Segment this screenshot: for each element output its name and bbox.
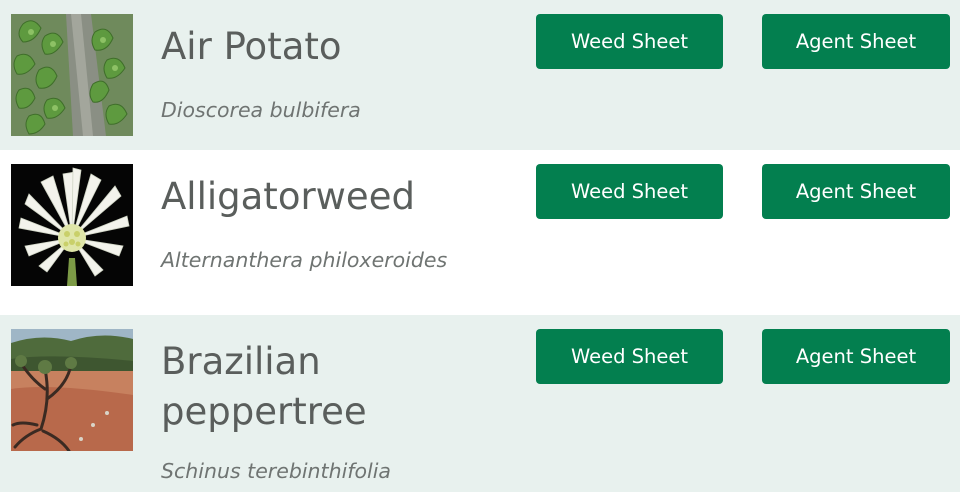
alligatorweed-photo[interactable]: [11, 164, 133, 286]
common-name: Brazilian peppertree: [161, 340, 367, 433]
weed-list: Air Potato Dioscorea bulbifera Weed Shee…: [0, 0, 960, 492]
weed-sheet-button[interactable]: Weed Sheet: [536, 164, 723, 219]
scientific-name: Dioscorea bulbifera: [161, 98, 361, 122]
scientific-name: Alternanthera philoxeroides: [161, 248, 448, 272]
weed-sheet-button[interactable]: Weed Sheet: [536, 329, 723, 384]
common-name: Air Potato: [161, 25, 342, 68]
list-item: Brazilian peppertree Schinus terebinthif…: [0, 315, 960, 492]
air-potato-photo[interactable]: [11, 14, 133, 136]
agent-sheet-button[interactable]: Agent Sheet: [762, 329, 950, 384]
weed-sheet-button[interactable]: Weed Sheet: [536, 14, 723, 69]
agent-sheet-button[interactable]: Agent Sheet: [762, 14, 950, 69]
common-name: Alligatorweed: [161, 175, 415, 218]
scientific-name: Schinus terebinthifolia: [161, 459, 391, 483]
list-item: Alligatorweed Alternanthera philoxeroide…: [0, 150, 960, 315]
agent-sheet-button[interactable]: Agent Sheet: [762, 164, 950, 219]
list-item: Air Potato Dioscorea bulbifera Weed Shee…: [0, 0, 960, 150]
brazilian-peppertree-photo[interactable]: [11, 329, 133, 451]
